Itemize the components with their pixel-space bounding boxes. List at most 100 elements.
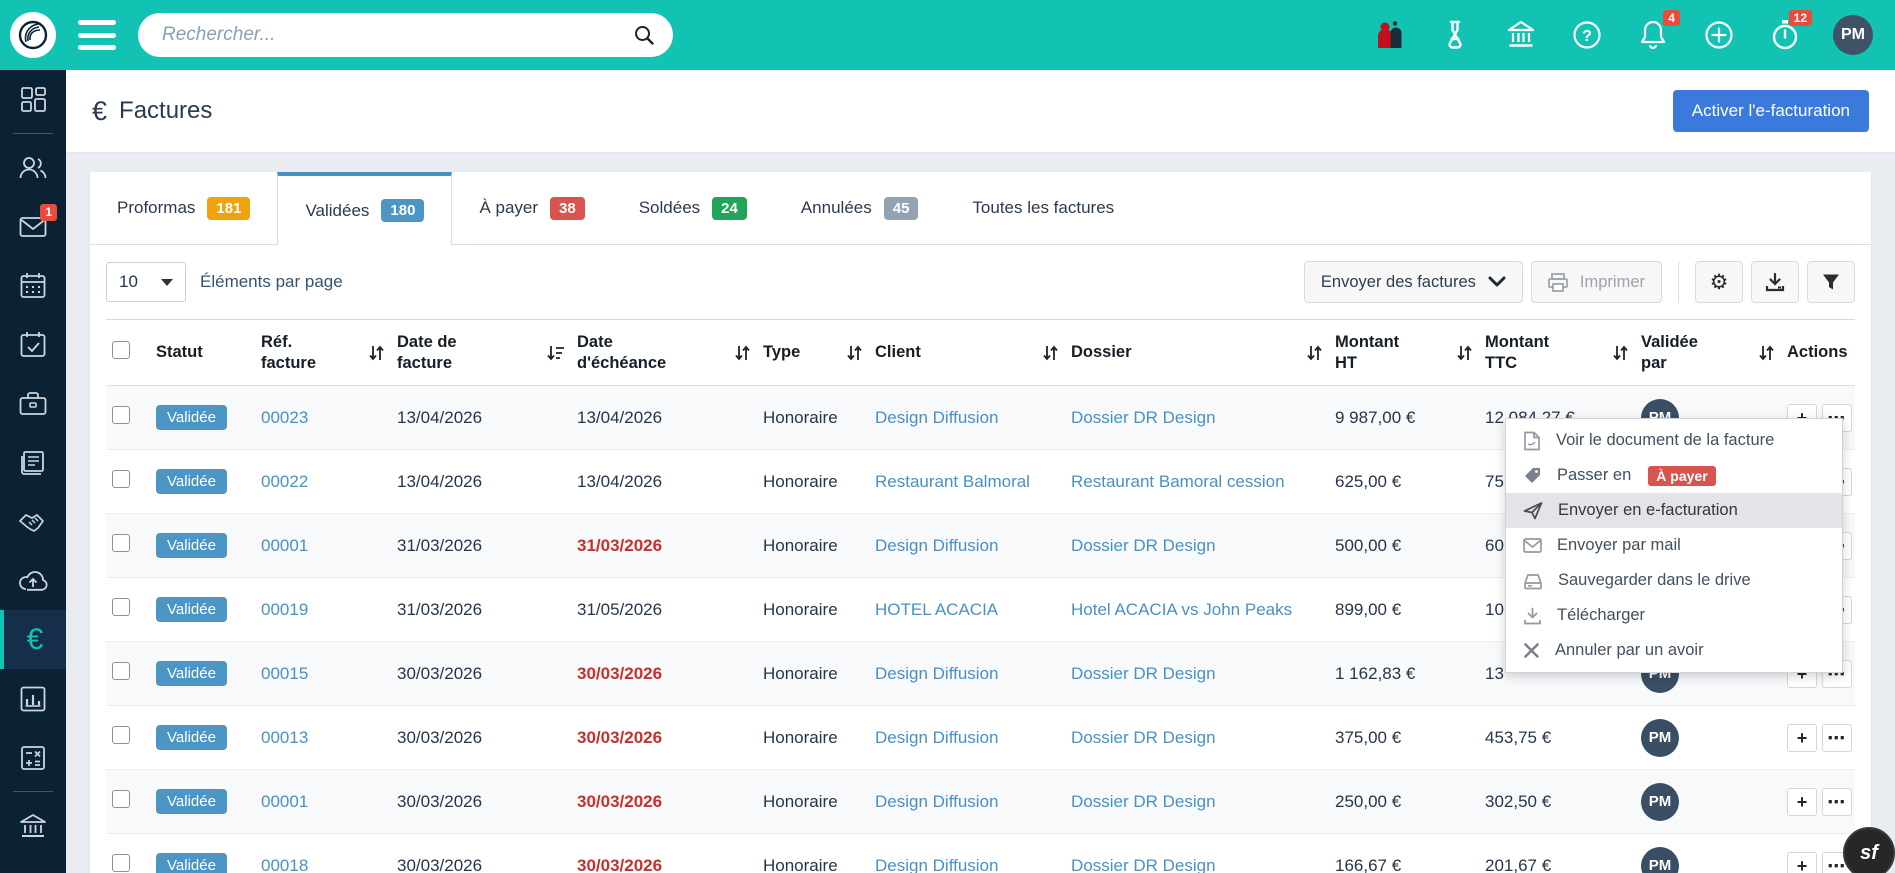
row-checkbox[interactable] [112,406,130,425]
menu-item-view-document[interactable]: Voir le document de la facture [1506,423,1842,458]
sort-icon[interactable] [1612,344,1629,362]
tab-proformas[interactable]: Proformas 181 [90,172,278,245]
date-facture: 31/03/2026 [397,599,483,619]
invoice-ref-link[interactable]: 00001 [261,536,308,555]
select-all-checkbox[interactable] [112,341,130,360]
activate-einvoicing-button[interactable]: Activer l'e-facturation [1672,90,1869,132]
sort-icon[interactable] [1456,344,1473,362]
client-link[interactable]: Design Diffusion [875,728,998,747]
menu-item-annuler-avoir[interactable]: Annuler par un avoir [1506,633,1842,668]
tab-count-badge: 180 [381,199,425,222]
dossier-link[interactable]: Dossier DR Design [1071,408,1216,427]
menu-item-sauvegarder-drive[interactable]: Sauvegarder dans le drive [1506,563,1842,598]
client-link[interactable]: Restaurant Balmoral [875,472,1030,491]
sidebar-item-partners[interactable] [0,492,66,551]
menu-toggle-icon[interactable] [78,20,116,50]
menu-item-envoyer-par-mail[interactable]: Envoyer par mail [1506,528,1842,563]
row-checkbox[interactable] [112,534,130,553]
dossier-link[interactable]: Dossier DR Design [1071,856,1216,873]
bank-icon[interactable] [1503,17,1539,53]
invoice-ref-link[interactable]: 00013 [261,728,308,747]
tab-a-payer[interactable]: À payer 38 [452,172,612,245]
sidebar-item-dashboard[interactable] [0,70,66,129]
table-row[interactable]: Validée 00001 30/03/2026 30/03/2026 Hono… [106,769,1855,834]
dossier-link[interactable]: Hotel ACACIA vs John Peaks [1071,600,1292,619]
print-button[interactable]: Imprimer [1530,261,1662,303]
client-link[interactable]: Design Diffusion [875,536,998,555]
search-input[interactable] [162,24,633,46]
row-checkbox[interactable] [112,598,130,617]
sidebar-item-briefcase[interactable] [0,374,66,433]
sidebar-item-bank[interactable] [0,796,66,855]
row-checkbox[interactable] [112,726,130,745]
dossier-link[interactable]: Restaurant Bamoral cession [1071,472,1285,491]
menu-item-passer-en[interactable]: Passer en À payer [1506,458,1842,493]
debug-toolbar-button[interactable]: sf [1843,827,1895,873]
app-logo[interactable] [10,12,56,58]
sort-icon[interactable] [846,344,863,362]
team-icon[interactable] [1371,17,1407,53]
table-row[interactable]: Validée 00018 30/03/2026 30/03/2026 Hono… [106,834,1855,873]
tab-annulees[interactable]: Annulées 45 [773,172,946,245]
dossier-link[interactable]: Dossier DR Design [1071,664,1216,683]
row-add-button[interactable]: + [1787,851,1817,873]
plus-circle-icon[interactable] [1701,17,1737,53]
menu-item-telecharger[interactable]: Télécharger [1506,598,1842,633]
sort-icon[interactable] [734,344,751,362]
filter-button[interactable] [1807,261,1855,303]
tab-soldees[interactable]: Soldées 24 [611,172,774,245]
sidebar-item-contacts[interactable] [0,138,66,197]
sidebar-item-drive[interactable] [0,551,66,610]
per-page-select[interactable]: 10 [106,262,186,302]
bell-icon[interactable]: 4 [1635,10,1680,53]
sidebar-item-calendar[interactable] [0,256,66,315]
row-checkbox[interactable] [112,662,130,681]
sidebar-item-stats[interactable] [0,669,66,728]
sidebar-item-accounting[interactable] [0,728,66,787]
stopwatch-icon[interactable]: 12 [1767,10,1812,53]
row-checkbox[interactable] [112,790,130,809]
dossier-link[interactable]: Dossier DR Design [1071,792,1216,811]
row-add-button[interactable]: + [1787,723,1817,752]
invoice-ref-link[interactable]: 00001 [261,792,308,811]
help-icon[interactable]: ? [1569,17,1605,53]
client-link[interactable]: Design Diffusion [875,408,998,427]
dossier-link[interactable]: Dossier DR Design [1071,536,1216,555]
tab-toutes-les-factures[interactable]: Toutes les factures [945,172,1142,245]
client-link[interactable]: Design Diffusion [875,856,998,873]
sort-icon[interactable] [1042,344,1059,362]
sidebar-item-documents[interactable] [0,433,66,492]
settings-button[interactable]: ⚙ [1695,261,1743,303]
export-button[interactable] [1751,261,1799,303]
invoice-ref-link[interactable]: 00018 [261,856,308,873]
client-link[interactable]: Design Diffusion [875,664,998,683]
flask-icon[interactable] [1437,17,1473,53]
row-add-button[interactable]: + [1787,787,1817,816]
menu-item-envoyer-e-facturation[interactable]: Envoyer en e-facturation [1506,493,1842,528]
sidebar-item-tasks[interactable] [0,315,66,374]
row-checkbox[interactable] [112,854,130,873]
row-checkbox[interactable] [112,470,130,489]
invoice-ref-link[interactable]: 00015 [261,664,308,683]
sidebar-item-mail[interactable]: 1 [0,197,66,256]
row-more-button[interactable]: ⋯ [1821,723,1852,752]
client-link[interactable]: HOTEL ACACIA [875,600,998,619]
sort-icon[interactable] [1758,344,1775,362]
sidebar-item-invoices[interactable]: € [0,610,66,669]
send-invoices-button[interactable]: Envoyer des factures [1303,261,1523,303]
sort-desc-icon[interactable] [546,344,565,362]
sort-icon[interactable] [1306,344,1323,362]
invoice-ref-link[interactable]: 00023 [261,408,308,427]
user-avatar[interactable]: PM [1833,15,1873,55]
invoice-type: Honoraire [763,535,838,555]
dossier-link[interactable]: Dossier DR Design [1071,728,1216,747]
sort-icon[interactable] [368,344,385,362]
client-link[interactable]: Design Diffusion [875,792,998,811]
invoice-ref-link[interactable]: 00019 [261,600,308,619]
table-row[interactable]: Validée 00013 30/03/2026 30/03/2026 Hono… [106,706,1855,770]
status-badge: Validée [156,405,227,431]
tab-validees[interactable]: Validées 180 [277,172,453,245]
row-more-button[interactable]: ⋯ [1821,787,1852,816]
search-icon[interactable] [633,24,655,46]
invoice-ref-link[interactable]: 00022 [261,472,308,491]
